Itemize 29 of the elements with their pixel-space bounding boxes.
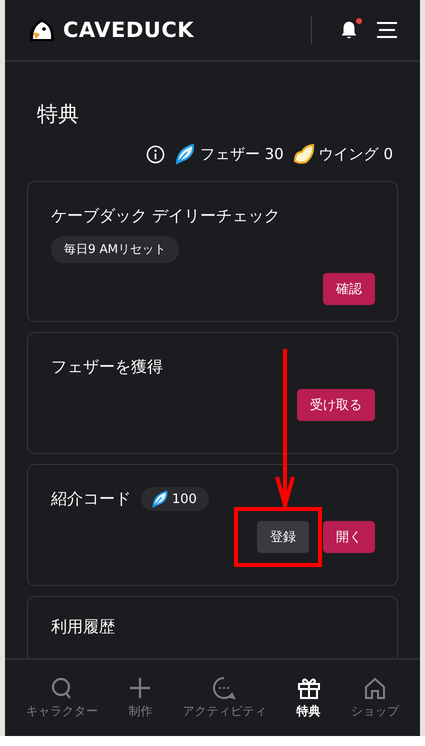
card-button[interactable]: 登録 xyxy=(257,521,309,553)
nav-tab[interactable]: キャラクター xyxy=(26,676,98,720)
card-title: フェザーを獲得 xyxy=(51,356,163,378)
card-button[interactable]: 開く xyxy=(323,521,375,553)
reward-amount: 100 xyxy=(172,492,197,506)
balance-label: フェザー 30 xyxy=(200,144,284,164)
info-icon[interactable] xyxy=(146,144,165,164)
gift-icon xyxy=(296,676,321,700)
feather-icon xyxy=(174,143,196,165)
chat-bubble-icon xyxy=(212,676,236,700)
menu-icon[interactable] xyxy=(376,21,398,39)
nav-tab[interactable]: ショップ xyxy=(350,676,399,720)
card-title: 利用履歴 xyxy=(51,616,115,638)
nav-tab[interactable]: アクティビティ xyxy=(182,676,266,720)
reset-badge: 毎日9 AMリセット xyxy=(51,236,180,263)
wing-icon xyxy=(292,143,315,165)
card-title: 紹介コード xyxy=(51,488,131,510)
page-title: 特典 xyxy=(37,101,80,128)
card-title: ケーブダック デイリーチェック xyxy=(51,205,280,227)
feather-icon xyxy=(151,490,169,508)
plus-icon xyxy=(128,676,152,700)
nav-tab[interactable]: 制作 xyxy=(128,676,152,720)
logo-text: CAVEDUCK xyxy=(63,18,194,42)
duck-logo-icon xyxy=(27,17,57,43)
home-icon xyxy=(362,676,387,700)
card-button[interactable]: 確認 xyxy=(323,273,375,305)
nav-tab[interactable]: 特典 xyxy=(296,676,321,720)
card-button[interactable]: 受け取る xyxy=(297,389,375,421)
balance-label: ウイング 0 xyxy=(318,144,393,164)
